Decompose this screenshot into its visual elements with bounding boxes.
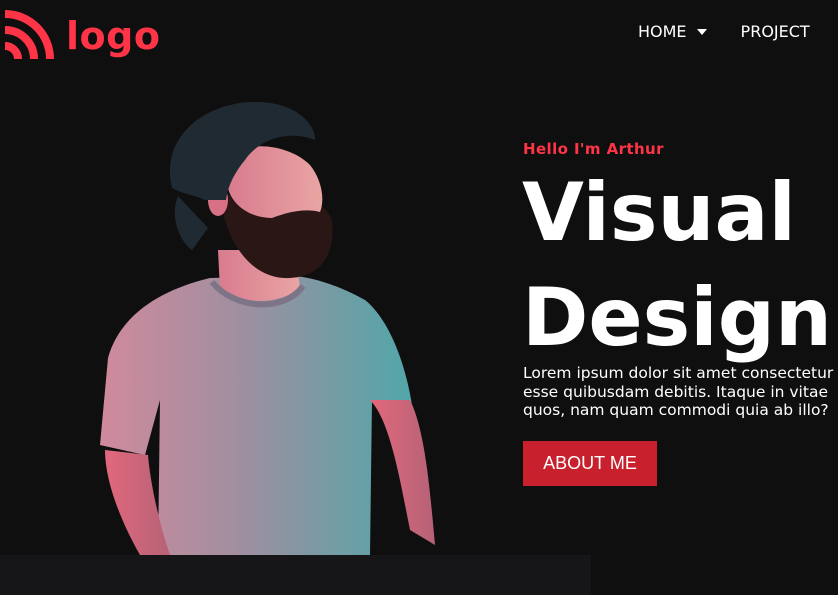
caret-down-icon[interactable]	[696, 28, 707, 35]
hero-description-line-1: Lorem ipsum dolor sit amet consectetur	[523, 364, 834, 382]
hero-greeting: Hello I'm Arthur	[523, 140, 664, 158]
hero-title-line-2: Design	[522, 271, 832, 364]
portrait-image	[100, 101, 435, 555]
nav-home-label: HOME	[638, 22, 687, 41]
hero-description: Lorem ipsum dolor sit amet consectetur e…	[523, 364, 838, 420]
logo[interactable]: logo	[2, 10, 160, 62]
hero-title: Visual Design	[522, 160, 832, 370]
hero-title-line-1: Visual	[522, 166, 796, 259]
footer-strip	[0, 555, 591, 595]
nav-item-home[interactable]: HOME	[638, 22, 707, 41]
wifi-logo-icon	[4, 10, 54, 60]
hero-description-line-3: quos, nam quam commodi quia ab illo?	[523, 401, 829, 419]
logo-text: logo	[66, 14, 161, 58]
main-nav: HOME PROJECT	[638, 22, 810, 41]
hero-description-line-2: esse quibusdam debitis. Itaque in vitae	[523, 382, 828, 401]
about-me-button[interactable]: ABOUT ME	[523, 441, 657, 486]
nav-item-project[interactable]: PROJECT	[741, 22, 810, 41]
page: logo HOME PROJECT Hello I'm Arthur Visua…	[0, 0, 838, 595]
nav-project-label: PROJECT	[740, 22, 810, 41]
